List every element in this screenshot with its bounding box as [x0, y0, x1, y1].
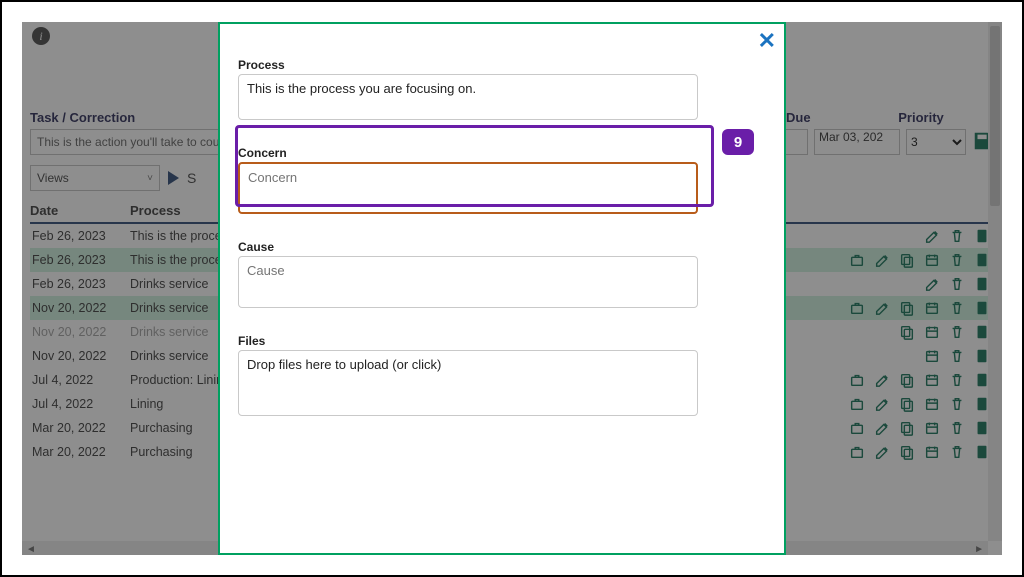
close-icon[interactable]: ✕ — [758, 28, 776, 54]
process-field[interactable]: This is the process you are focusing on. — [238, 74, 698, 120]
concern-field[interactable] — [238, 162, 698, 214]
cause-field[interactable] — [238, 256, 698, 308]
cause-label: Cause — [238, 240, 766, 254]
edit-dialog: ✕ Process This is the process you are fo… — [218, 22, 786, 555]
process-label: Process — [238, 58, 766, 72]
files-label: Files — [238, 334, 766, 348]
tutorial-step-badge: 9 — [722, 129, 754, 155]
cause-input[interactable] — [247, 263, 689, 278]
concern-label: Concern — [238, 146, 766, 160]
concern-input[interactable] — [248, 170, 688, 185]
files-dropzone[interactable]: Drop files here to upload (or click) — [238, 350, 698, 416]
